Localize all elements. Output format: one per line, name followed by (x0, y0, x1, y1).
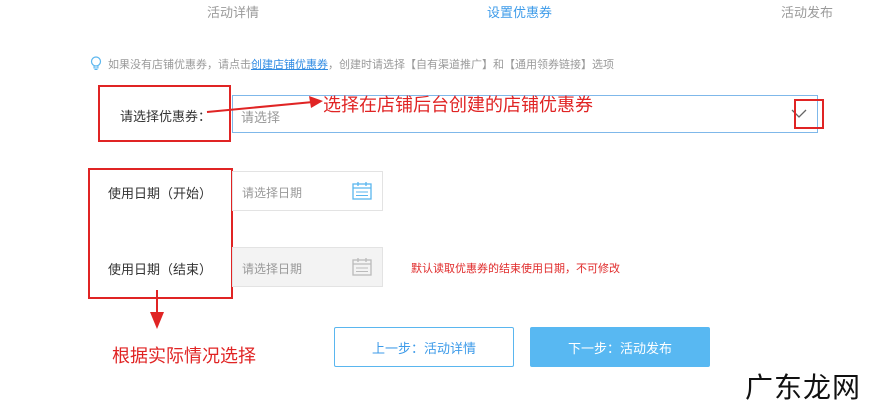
step-activity-details[interactable]: 活动详情 (207, 2, 259, 21)
step-set-coupon[interactable]: 设置优惠券 (487, 2, 552, 21)
next-step-button[interactable]: 下一步：活动发布 (530, 327, 710, 367)
end-date-placeholder: 请选择日期 (242, 262, 303, 276)
calendar-icon[interactable] (352, 182, 372, 200)
end-date-note: 默认读取优惠券的结束使用日期，不可修改 (411, 262, 620, 275)
lightbulb-icon (90, 56, 102, 70)
annotation-date-hint: 根据实际情况选择 (112, 346, 256, 367)
watermark-text: 广东龙网 (744, 371, 861, 404)
create-coupon-link[interactable]: 创建店铺优惠券 (251, 56, 328, 72)
start-date-placeholder: 请选择日期 (242, 186, 303, 200)
start-date-input[interactable]: 请选择日期 (232, 171, 383, 211)
tip-text-after: ，创建时请选择【自有渠道推广】和【通用领券链接】选项 (328, 58, 614, 71)
prev-step-button[interactable]: 上一步：活动详情 (334, 327, 514, 367)
annotation-arrow-down (150, 290, 164, 329)
step-activity-publish[interactable]: 活动发布 (781, 2, 833, 21)
start-date-label: 使用日期（开始） (108, 187, 213, 202)
coupon-label: 请选择优惠券： (120, 110, 212, 125)
annotation-box-dropdown (794, 99, 824, 129)
end-date-input: 请选择日期 (232, 247, 383, 287)
end-date-label: 使用日期（结束） (108, 263, 213, 278)
annotation-arrow-right (206, 96, 323, 113)
calendar-icon-disabled (352, 258, 372, 276)
tip-line: 如果没有店铺优惠券，请点击 创建店铺优惠券 ，创建时请选择【自有渠道推广】和【通… (90, 56, 614, 72)
tip-text-before: 如果没有店铺优惠券，请点击 (108, 58, 251, 71)
annotation-coupon-hint: 选择在店铺后台创建的店铺优惠券 (323, 95, 593, 116)
